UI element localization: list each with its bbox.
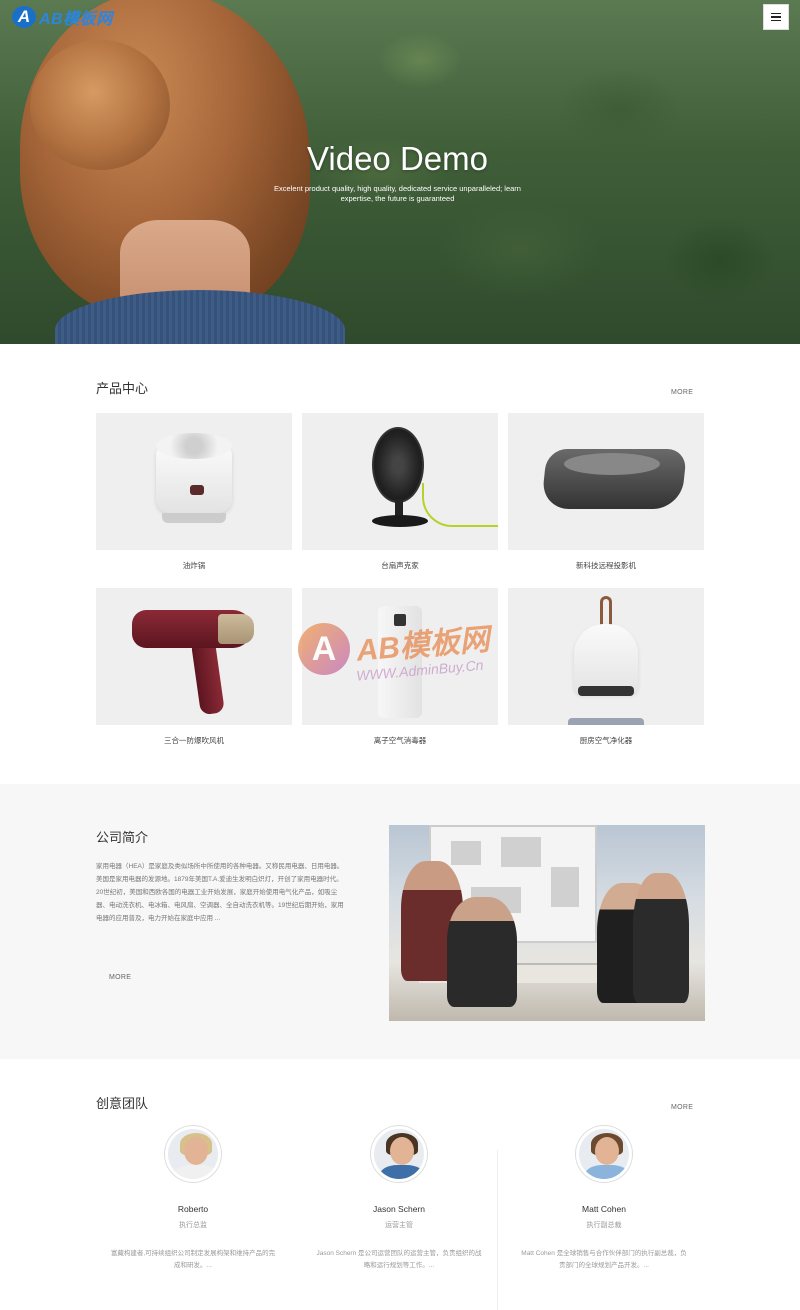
hero-banner: A AB模板网 Video Demo Excelent product qual… <box>0 0 800 344</box>
product-card[interactable]: 厨房空气净化器 <box>508 588 704 746</box>
about-team-photo <box>389 825 705 1021</box>
product-image[interactable] <box>508 588 704 725</box>
avatar[interactable] <box>576 1126 632 1182</box>
site-logo[interactable]: A AB模板网 <box>12 5 113 29</box>
logo-icon: A <box>12 6 36 28</box>
team-member-name[interactable]: Jason Schern <box>299 1204 499 1214</box>
product-card[interactable]: 新科技远程投影机 <box>508 413 704 571</box>
product-image[interactable] <box>508 413 704 550</box>
about-section-title: 公司简介 <box>96 830 149 845</box>
product-name[interactable]: 厨房空气净化器 <box>508 735 704 746</box>
product-name[interactable]: 离子空气消毒器 <box>302 735 498 746</box>
team-divider <box>497 1150 498 1310</box>
team-member-card[interactable]: Roberto 执行总监 富藏构建者,可持续组织公司制定发展构架和维持产品的完成… <box>93 1126 293 1272</box>
team-member-role: 运营主管 <box>385 1222 413 1229</box>
menu-button[interactable] <box>763 4 789 30</box>
team-member-card[interactable]: Matt Cohen 执行副总裁 Matt Cohen 是全球销售与合作伙伴部门… <box>504 1126 704 1272</box>
team-more-link[interactable]: MORE <box>671 1104 693 1111</box>
team-section-title: 创意团队 <box>96 1096 149 1111</box>
team-member-name[interactable]: Matt Cohen <box>504 1204 704 1214</box>
product-card[interactable]: 离子空气消毒器 <box>302 588 498 746</box>
product-image[interactable] <box>302 588 498 725</box>
product-name[interactable]: 新科技远程投影机 <box>508 560 704 571</box>
team-member-description: Matt Cohen 是全球销售与合作伙伴部门的执行副总裁，负责部门的全球规划产… <box>521 1250 687 1269</box>
team-member-description: Jason Schern 是公司运营团队的运营主管，负责组织的战略和运行规划等工… <box>316 1250 482 1269</box>
avatar[interactable] <box>371 1126 427 1182</box>
team-member-description: 富藏构建者,可持续组织公司制定发展构架和维持产品的完成和研发。... <box>110 1250 276 1269</box>
logo-text: AB模板网 <box>39 11 113 28</box>
hero-subtitle: Excelent product quality, high quality, … <box>274 184 521 203</box>
product-image[interactable] <box>96 588 292 725</box>
team-member-role: 执行副总裁 <box>586 1222 622 1229</box>
product-card[interactable]: 三合一防爆吹风机 <box>96 588 292 746</box>
product-name[interactable]: 油炸锅 <box>96 560 292 571</box>
product-card[interactable]: 台扇声克家 <box>302 413 498 571</box>
team-member-name[interactable]: Roberto <box>93 1204 293 1214</box>
product-name[interactable]: 三合一防爆吹风机 <box>96 735 292 746</box>
hamburger-menu-icon <box>771 12 781 15</box>
hero-title: Video Demo <box>306 140 488 177</box>
team-member-card[interactable]: Jason Schern 运营主管 Jason Schern 是公司运营团队的运… <box>299 1126 499 1272</box>
avatar[interactable] <box>165 1126 221 1182</box>
products-section-title: 产品中心 <box>96 381 149 396</box>
product-image[interactable] <box>302 413 498 550</box>
product-image[interactable] <box>96 413 292 550</box>
product-card[interactable]: 油炸锅 <box>96 413 292 571</box>
team-member-role: 执行总监 <box>179 1222 207 1229</box>
about-description: 家用电器（HEA）是家庭及类似场所中所使用的各种电器。又称民用电器、日用电器。美… <box>96 863 344 922</box>
products-more-link[interactable]: MORE <box>671 389 693 396</box>
about-more-link[interactable]: MORE <box>109 974 131 981</box>
product-name[interactable]: 台扇声克家 <box>302 560 498 571</box>
